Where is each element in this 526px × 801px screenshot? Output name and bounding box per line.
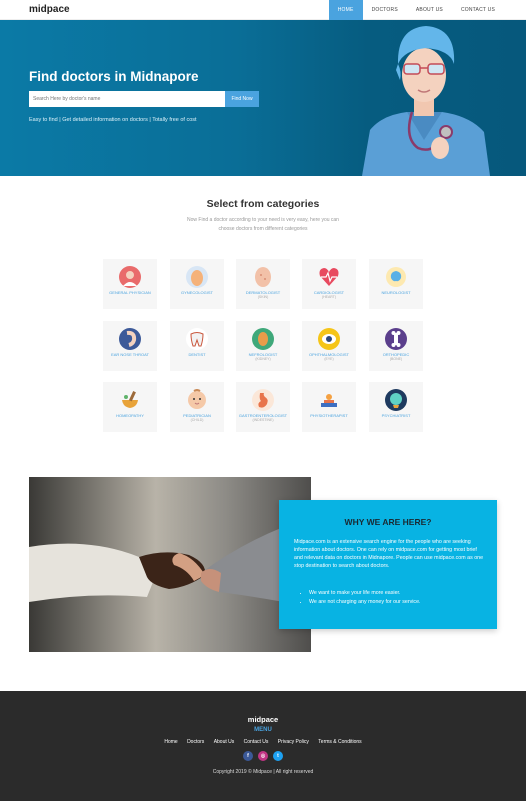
eye-icon — [318, 328, 340, 350]
footer-link-terms[interactable]: Terms & Conditions — [318, 739, 361, 745]
footer: midpace MENU Home Doctors About Us Conta… — [0, 691, 526, 801]
category-label: PHYSIOTHERAPIST — [310, 413, 348, 418]
footer-link-home[interactable]: Home — [164, 739, 177, 745]
navbar: midpace HOME DOCTORS ABOUT US CONTACT US — [0, 0, 526, 20]
heart-icon — [319, 268, 339, 286]
about-heading: WHY WE ARE HERE? — [344, 517, 432, 527]
tooth-icon — [186, 328, 208, 350]
footer-logo[interactable]: midpace — [0, 715, 526, 724]
about-points: We want to make your life more easier. W… — [303, 589, 421, 607]
hero-banner: Find doctors in Midnapore Find Now Easy … — [0, 20, 526, 176]
category-pediatrician[interactable]: PEDIATRICIAN (CHILD) — [170, 382, 224, 432]
category-dentist[interactable]: DENTIST — [170, 321, 224, 371]
category-label: GYNECOLOGIST — [180, 290, 213, 295]
category-dermatologist[interactable]: DERMATOLOGIST (SKIN) — [236, 259, 290, 309]
categories-title: Select from categories — [206, 198, 320, 210]
main-nav: HOME DOCTORS ABOUT US CONTACT US — [328, 0, 504, 20]
footer-links: Home Doctors About Us Contact Us Privacy… — [0, 739, 526, 745]
general-physician-icon — [119, 266, 141, 288]
footer-link-doctors[interactable]: Doctors — [187, 739, 204, 745]
category-general-physician[interactable]: GENERAL PHYSICIAN — [103, 259, 157, 309]
instagram-icon[interactable]: ◎ — [258, 751, 268, 761]
category-homeopathy[interactable]: HOMEOPATHY — [103, 382, 157, 432]
categories-description: Now Find a doctor according to your need… — [187, 217, 339, 232]
category-nefrologist[interactable]: NEFROLOGIST (KIDNEY) — [236, 321, 290, 371]
footer-link-privacy-policy[interactable]: Privacy Policy — [278, 739, 309, 745]
about-text: Midpace.com is an extensive search engin… — [294, 539, 484, 569]
nav-about-us[interactable]: ABOUT US — [407, 0, 452, 20]
about-point: We are not charging any money for our se… — [309, 598, 421, 607]
category-label: GASTROENTEROLOGIST (INDESTINE) — [238, 413, 288, 422]
category-gynecologist[interactable]: GYNECOLOGIST — [170, 259, 224, 309]
facebook-icon[interactable]: f — [243, 751, 253, 761]
psychiatrist-icon — [385, 389, 407, 411]
category-ophthalmologist[interactable]: OPHTHALMOLOGIST (EYE) — [302, 321, 356, 371]
logo[interactable]: midpace — [29, 4, 70, 15]
brain-icon — [386, 267, 406, 287]
category-label: HOMEOPATHY — [116, 413, 144, 418]
category-ent[interactable]: EAR NOSE THROAT — [103, 321, 157, 371]
dermatologist-icon — [255, 267, 271, 287]
social-links: f ◎ t — [243, 751, 283, 761]
footer-link-about-us[interactable]: About Us — [214, 739, 235, 745]
category-label: DERMATOLOGIST (SKIN) — [245, 290, 281, 299]
category-label: ORTHOPEDIC (BONE) — [382, 352, 410, 361]
category-orthopedic[interactable]: ORTHOPEDIC (BONE) — [369, 321, 423, 371]
doctor-image — [352, 20, 502, 176]
bone-icon — [385, 328, 407, 350]
handshake-image — [29, 477, 311, 652]
category-gastroenterologist[interactable]: GASTROENTEROLOGIST (INDESTINE) — [236, 382, 290, 432]
about-point: We want to make your life more easier. — [309, 589, 421, 598]
category-label: EAR NOSE THROAT — [111, 352, 149, 357]
kidney-icon — [252, 328, 274, 350]
nav-contact-us[interactable]: CONTACT US — [452, 0, 504, 20]
category-label: NEFROLOGIST (KIDNEY) — [248, 352, 278, 361]
copyright: Copyright 2019 © Midpace | All right res… — [212, 769, 314, 775]
physiotherapy-icon — [321, 394, 337, 407]
hero-subtitle: Easy to find | Get detailed information … — [29, 117, 197, 123]
category-label: NEUROLOGIST — [381, 290, 411, 295]
category-label: DENTIST — [188, 352, 206, 357]
category-neurologist[interactable]: NEUROLOGIST — [369, 259, 423, 309]
category-label: GENERAL PHYSICIAN — [109, 290, 151, 295]
gynecologist-icon — [186, 266, 208, 288]
category-cardiologist[interactable]: CARDIOLOGIST (HEART) — [302, 259, 356, 309]
nav-doctors[interactable]: DOCTORS — [363, 0, 407, 20]
category-label: PEDIATRICIAN (CHILD) — [183, 413, 211, 422]
doctor-search-input[interactable] — [29, 91, 225, 107]
ent-icon — [119, 328, 141, 350]
footer-menu-title: MENU — [254, 727, 272, 733]
category-label: CARDIOLOGIST (HEART) — [313, 290, 345, 299]
category-label: PSYCHIATRIST — [381, 413, 411, 418]
baby-icon — [188, 389, 206, 409]
category-physiotherapist[interactable]: PHYSIOTHERAPIST — [302, 382, 356, 432]
footer-link-contact-us[interactable]: Contact Us — [244, 739, 269, 745]
category-psychiatrist[interactable]: PSYCHIATRIST — [369, 382, 423, 432]
twitter-icon[interactable]: t — [273, 751, 283, 761]
mortar-pestle-icon — [122, 391, 138, 408]
category-label: OPHTHALMOLOGIST (EYE) — [308, 352, 349, 361]
about-card: WHY WE ARE HERE? Midpace.com is an exten… — [279, 500, 497, 629]
hero-title: Find doctors in Midnapore — [29, 69, 199, 84]
nav-home[interactable]: HOME — [328, 0, 363, 20]
find-now-button[interactable]: Find Now — [225, 91, 259, 107]
stomach-icon — [252, 389, 274, 411]
